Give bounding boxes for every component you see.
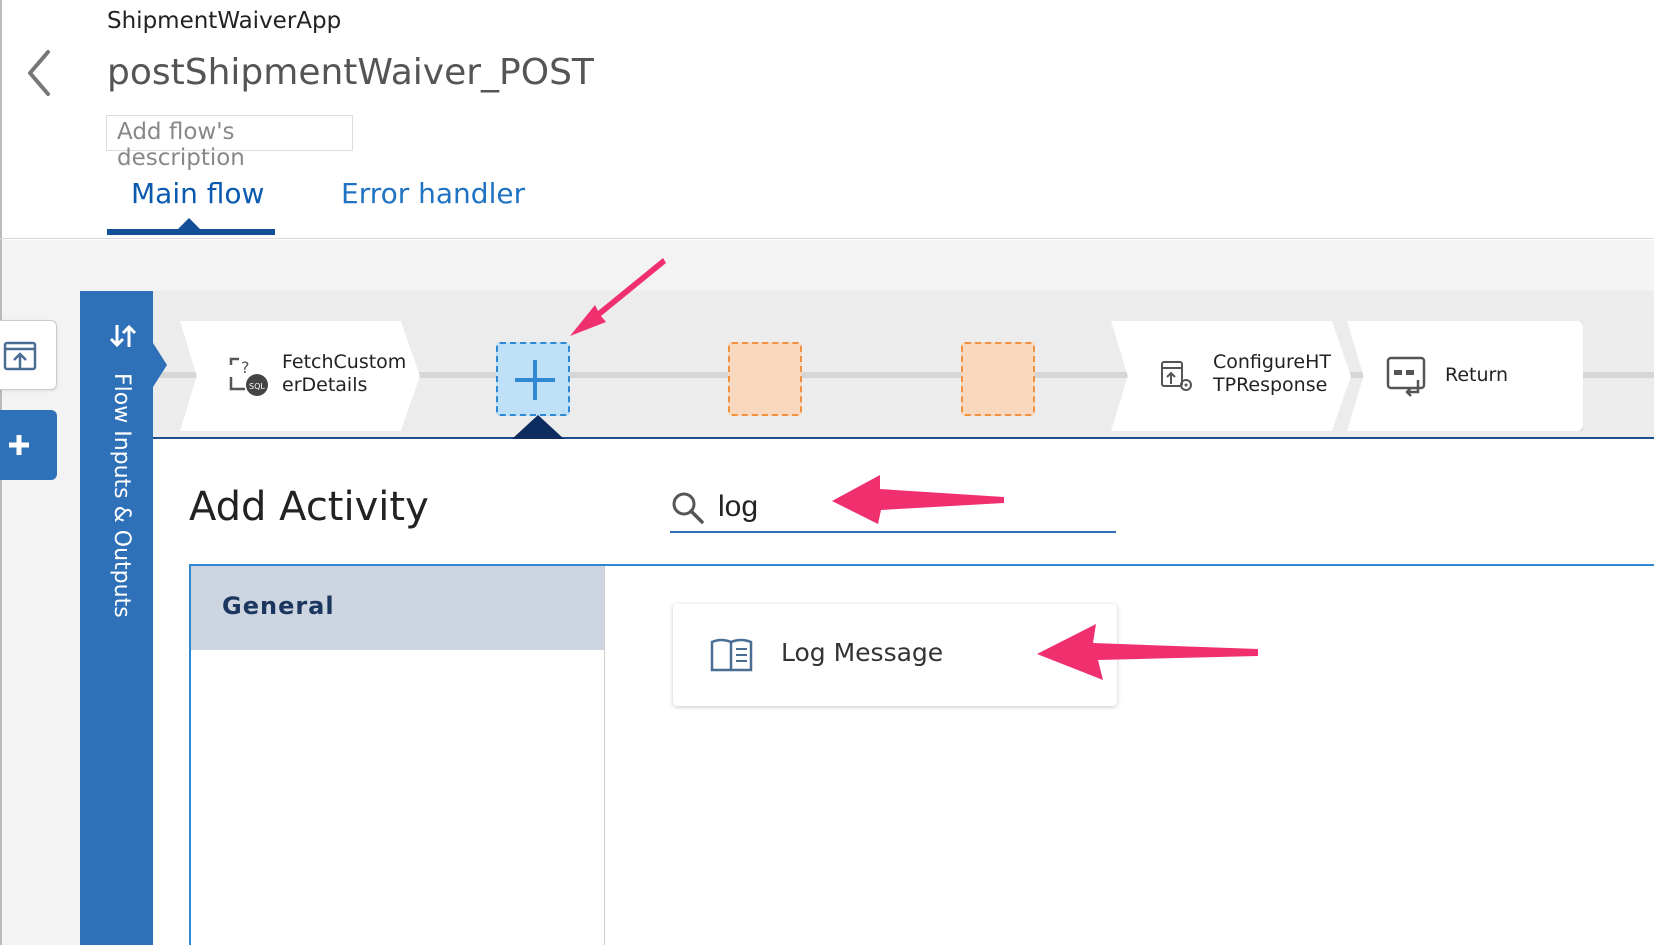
add-slot-pointer <box>512 415 564 439</box>
activity-label-line2: TPResponse <box>1213 374 1328 396</box>
category-label: General <box>222 592 335 620</box>
activity-search-input[interactable] <box>718 485 1098 529</box>
flow-title: postShipmentWaiver_POST <box>107 52 594 93</box>
app-root: ShipmentWaiverApp postShipmentWaiver_POS… <box>0 0 1654 945</box>
activity-fetch-customer-details[interactable]: ? SQL FetchCustom erDetails <box>180 321 420 431</box>
plus-icon <box>9 435 29 455</box>
configure-response-icon <box>1161 361 1192 391</box>
flow-tabs: Main flow Error handler <box>0 163 1654 239</box>
add-activity-title: Add Activity <box>189 484 429 530</box>
tab-error-handler[interactable]: Error handler <box>341 177 525 210</box>
swap-arrows-icon <box>109 324 137 348</box>
add-button[interactable] <box>0 410 57 480</box>
activity-configure-http-response[interactable]: ConfigureHT TPResponse <box>1111 321 1351 431</box>
category-item-general[interactable]: General <box>191 566 604 650</box>
activity-card-log-message[interactable]: Log Message <box>673 604 1117 706</box>
active-tab-caret <box>178 218 200 229</box>
activity-search <box>670 485 1116 533</box>
empty-activity-slot[interactable] <box>728 342 802 416</box>
flow-io-label: Flow Inputs & Outputs <box>109 373 134 618</box>
activity-card-label: Log Message <box>781 638 944 667</box>
book-icon <box>710 638 753 672</box>
chevron-left-icon <box>28 50 50 96</box>
flow-io-notch <box>153 343 167 387</box>
svg-text:SQL: SQL <box>249 382 265 391</box>
activity-label-line1: Return <box>1445 364 1509 386</box>
empty-activity-slot[interactable] <box>961 342 1035 416</box>
back-button[interactable] <box>22 48 56 98</box>
mysql-icon: ? SQL <box>229 357 268 396</box>
flow-description-field[interactable]: Add flow's description <box>106 115 353 171</box>
activity-label-line1: FetchCustom <box>282 351 407 373</box>
add-activity-slot[interactable] <box>496 342 570 416</box>
active-tab-underline <box>107 229 275 235</box>
upload-window-icon <box>3 341 37 371</box>
activity-return[interactable]: Return <box>1347 321 1583 431</box>
category-list: General <box>191 566 605 945</box>
svg-text:?: ? <box>241 358 250 377</box>
search-icon <box>672 492 704 524</box>
activity-label-line1: ConfigureHT <box>1213 351 1331 373</box>
activity-label-line2: erDetails <box>282 374 368 396</box>
plus-icon <box>515 360 555 400</box>
tab-main-flow[interactable]: Main flow <box>131 177 264 210</box>
app-name: ShipmentWaiverApp <box>107 8 342 34</box>
return-icon <box>1386 356 1426 397</box>
upload-schema-button[interactable] <box>0 320 57 390</box>
